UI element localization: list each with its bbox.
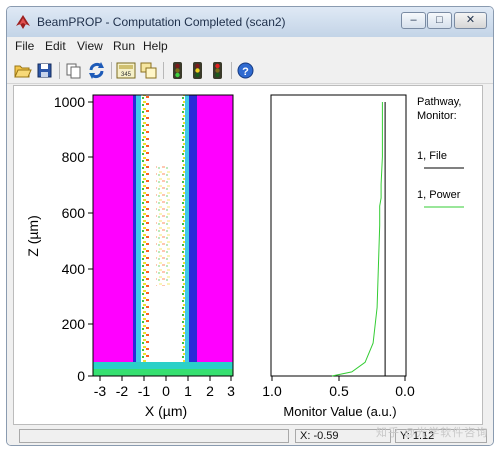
app-logo-icon bbox=[16, 15, 30, 29]
y-axis-label: Z (µm) bbox=[25, 215, 41, 257]
x-tick-label: 2 bbox=[206, 383, 214, 399]
legend: Pathway, Monitor: 1, File 1, Power bbox=[417, 96, 464, 208]
x-tick-label: 3 bbox=[227, 383, 235, 399]
close-button[interactable]: ✕ bbox=[454, 12, 487, 29]
plot-canvas: 1000 800 600 400 200 0 Z (µm) -3 -2 -1 0 bbox=[25, 94, 464, 419]
svg-text:?: ? bbox=[242, 66, 249, 78]
x-axis-label: X (µm) bbox=[145, 403, 187, 419]
monitor-x-axis-label: Monitor Value (a.u.) bbox=[283, 404, 396, 419]
legend-header: Pathway, bbox=[417, 96, 461, 108]
y-tick-label: 0 bbox=[77, 368, 85, 384]
x-tick-label: 0 bbox=[162, 383, 170, 399]
refresh-icon[interactable] bbox=[87, 61, 106, 80]
traffic-light-icon[interactable] bbox=[208, 61, 227, 80]
windows-icon[interactable] bbox=[139, 61, 158, 80]
plot-area: 1000 800 600 400 200 0 Z (µm) -3 -2 -1 0 bbox=[13, 85, 483, 425]
y-tick-label: 1000 bbox=[54, 94, 85, 110]
open-folder-icon[interactable] bbox=[13, 61, 32, 80]
x-tick-label: -1 bbox=[138, 383, 151, 399]
monitor-x-tick-label: 0.0 bbox=[395, 383, 415, 399]
menu-file[interactable]: File bbox=[15, 39, 34, 53]
x-tick-label: -2 bbox=[116, 383, 129, 399]
x-tick-label: 1 bbox=[184, 383, 192, 399]
menu-help[interactable]: Help bbox=[143, 39, 168, 53]
menu-view[interactable]: View bbox=[77, 39, 103, 53]
help-icon[interactable]: ? bbox=[236, 61, 255, 80]
traffic-light-icon[interactable] bbox=[188, 61, 207, 80]
left-y-ticks: 1000 800 600 400 200 0 bbox=[54, 94, 93, 384]
legend-entry-power: 1, Power bbox=[417, 189, 461, 201]
monitor-x-tick-label: 0.5 bbox=[329, 383, 349, 399]
toolbar: 345 ? bbox=[7, 57, 493, 84]
traffic-light-icon[interactable] bbox=[168, 61, 187, 80]
save-icon[interactable] bbox=[35, 61, 54, 80]
x-tick-label: -3 bbox=[94, 383, 107, 399]
y-tick-label: 400 bbox=[62, 261, 86, 277]
menu-edit[interactable]: Edit bbox=[45, 39, 66, 53]
monitor-plot-frame bbox=[270, 94, 407, 377]
copy-icon[interactable] bbox=[64, 61, 83, 80]
status-field bbox=[19, 429, 289, 443]
monitor-x-tick-label: 1.0 bbox=[262, 383, 282, 399]
legend-header: Monitor: bbox=[417, 110, 457, 122]
y-tick-label: 200 bbox=[62, 316, 86, 332]
watermark: 知乎 @光学软件咨询 bbox=[376, 427, 489, 439]
y-tick-label: 600 bbox=[62, 205, 86, 221]
window-title: BeamPROP - Computation Completed (scan2) bbox=[37, 15, 286, 29]
right-x-ticks: 1.0 0.5 0.0 bbox=[262, 376, 415, 399]
field-plot[interactable] bbox=[92, 94, 234, 377]
app-window: BeamPROP - Computation Completed (scan2)… bbox=[6, 6, 494, 446]
y-tick-label: 800 bbox=[62, 149, 86, 165]
menu-run[interactable]: Run bbox=[113, 39, 135, 53]
menu-bar: File Edit View Run Help bbox=[7, 37, 493, 55]
calculator-icon[interactable]: 345 bbox=[116, 61, 136, 80]
calc-label: 345 bbox=[121, 72, 132, 78]
minimize-button[interactable]: – bbox=[401, 12, 426, 29]
maximize-button[interactable]: □ bbox=[427, 12, 452, 29]
legend-entry-file: 1, File bbox=[417, 150, 447, 162]
monitor-plot[interactable] bbox=[270, 94, 407, 377]
title-bar[interactable]: BeamPROP - Computation Completed (scan2)… bbox=[7, 7, 493, 37]
left-x-ticks: -3 -2 -1 0 1 2 3 bbox=[94, 376, 235, 399]
